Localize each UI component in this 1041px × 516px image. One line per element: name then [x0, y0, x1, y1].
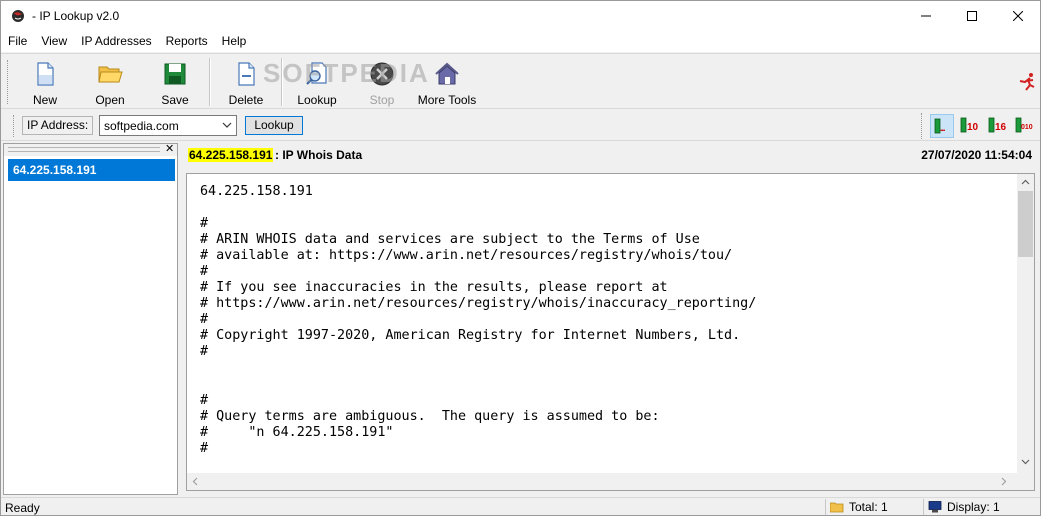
- result-panel: 64.225.158.191 : IP Whois Data 27/07/202…: [183, 143, 1039, 495]
- status-total: Total: 1: [849, 500, 888, 514]
- ip-address-value: softpedia.com: [104, 119, 179, 133]
- maximize-icon: [967, 11, 977, 21]
- save-label: Save: [161, 93, 189, 107]
- menu-view[interactable]: View: [34, 31, 74, 52]
- ip-address-label: IP Address:: [22, 116, 94, 135]
- whois-line: #: [200, 392, 209, 408]
- close-icon: [1013, 11, 1023, 21]
- delete-label: Delete: [228, 93, 264, 107]
- status-bar: Ready Total: 1 Display: 1: [1, 497, 1040, 515]
- scrollbar-corner: [1017, 473, 1034, 490]
- menu-file[interactable]: File: [1, 31, 34, 52]
- view-button-dots[interactable]: ...: [930, 114, 954, 138]
- result-header: 64.225.158.191 : IP Whois Data 27/07/202…: [183, 143, 1039, 167]
- address-bar: IP Address: softpedia.com Lookup ... 10 …: [1, 111, 1040, 141]
- status-display: Display: 1: [947, 500, 1000, 514]
- delete-document-icon: [238, 62, 255, 86]
- whois-line: 64.225.158.191: [200, 184, 313, 199]
- house-icon: [435, 62, 459, 85]
- window-title: - IP Lookup v2.0: [32, 9, 120, 23]
- whois-text-area[interactable]: 64.225.158.191 # # ARIN WHOIS data and se…: [186, 173, 1035, 491]
- whois-line: #: [200, 216, 209, 232]
- globe-icon: [12, 10, 24, 22]
- lookup-button[interactable]: Lookup: [245, 116, 303, 135]
- watermark: SOFTPEDIA: [263, 58, 430, 88]
- folder-icon: [830, 502, 844, 513]
- save-disk-icon: [164, 63, 186, 85]
- menu-bar: File View IP Addresses Reports Help: [1, 31, 1040, 52]
- vertical-scrollbar[interactable]: [1017, 174, 1034, 474]
- view-button-16-label: 16: [995, 122, 1007, 133]
- list-item[interactable]: 64.225.158.191: [8, 159, 175, 181]
- minimize-icon: [921, 15, 931, 17]
- whois-line: #: [200, 264, 209, 280]
- menu-reports[interactable]: Reports: [159, 31, 215, 52]
- chevron-down-icon[interactable]: [222, 120, 232, 130]
- whois-line: #: [200, 440, 209, 456]
- view-button-10[interactable]: 10: [957, 114, 981, 138]
- open-label: Open: [95, 93, 125, 107]
- running-man-icon: [1019, 73, 1035, 91]
- whois-text: 64.225.158.191 # # ARIN WHOIS data and se…: [200, 184, 756, 457]
- scroll-up-icon[interactable]: [1021, 178, 1030, 187]
- app-window: - IP Lookup v2.0 File View IP Addresses …: [0, 0, 1041, 516]
- whois-line: [200, 377, 756, 393]
- scroll-left-icon[interactable]: [191, 477, 200, 486]
- whois-line: # "n 64.225.158.191": [200, 424, 394, 440]
- close-panel-icon[interactable]: ✕: [165, 142, 174, 155]
- whois-line: # If you see inaccuracies in the results…: [200, 280, 668, 296]
- maximize-button[interactable]: [949, 1, 995, 31]
- new-button[interactable]: New: [25, 56, 65, 108]
- menu-ip-addresses[interactable]: IP Addresses: [74, 31, 159, 52]
- view-button-010-label: 010: [1021, 124, 1033, 131]
- new-label: New: [32, 93, 57, 107]
- open-folder-icon: [98, 66, 123, 83]
- result-title: : IP Whois Data: [275, 148, 363, 162]
- ip-address-combobox[interactable]: softpedia.com: [99, 115, 237, 136]
- stop-label: Stop: [369, 93, 395, 107]
- scroll-right-icon[interactable]: [999, 477, 1008, 486]
- vertical-scroll-thumb[interactable]: [1018, 191, 1033, 257]
- view-button-010[interactable]: 010: [1012, 114, 1036, 138]
- view-button-10-label: 10: [967, 122, 979, 133]
- title-bar: - IP Lookup v2.0: [1, 1, 1040, 31]
- whois-line: # ARIN WHOIS data and services are subje…: [200, 232, 700, 248]
- lookup-toolbar-label: Lookup: [297, 93, 337, 107]
- whois-line: # Copyright 1997-2020, American Registry…: [200, 328, 741, 344]
- whois-line: # Query terms are ambiguous. The query i…: [200, 408, 660, 424]
- open-button[interactable]: Open: [89, 56, 131, 108]
- view-button-dots-label: ...: [940, 123, 945, 133]
- status-ready: Ready: [5, 501, 40, 515]
- address-bar-grip[interactable]: [13, 115, 16, 137]
- panel-grip[interactable]: [8, 147, 160, 152]
- toolbar-separator: [209, 58, 211, 106]
- delete-button[interactable]: Delete: [225, 56, 267, 108]
- close-button[interactable]: [995, 1, 1041, 31]
- whois-line: # available at: https://www.arin.net/res…: [200, 248, 733, 264]
- monitor-icon: [928, 501, 942, 513]
- ip-list-panel: ✕ 64.225.158.191: [3, 143, 178, 495]
- more-tools-label: More Tools: [417, 93, 477, 107]
- toolbar-grip[interactable]: [7, 60, 10, 104]
- panel-header: ✕: [4, 142, 177, 156]
- new-document-icon: [37, 62, 54, 86]
- menu-help[interactable]: Help: [215, 31, 254, 52]
- view-toolbar-grip[interactable]: [921, 113, 924, 139]
- whois-line: #: [200, 344, 209, 360]
- whois-line: [200, 361, 756, 377]
- save-button[interactable]: Save: [155, 56, 195, 108]
- status-total-pane: Total: 1: [825, 499, 923, 515]
- minimize-button[interactable]: [903, 1, 949, 31]
- whois-line: [200, 200, 756, 216]
- whois-line: # https://www.arin.net/resources/registr…: [200, 296, 757, 312]
- toolbar: New Open Save Delete Lookup Stop More To…: [1, 53, 1040, 109]
- result-timestamp: 27/07/2020 11:54:04: [921, 148, 1032, 162]
- whois-line: #: [200, 312, 209, 328]
- scroll-down-icon[interactable]: [1021, 457, 1030, 466]
- horizontal-scrollbar[interactable]: [187, 473, 1017, 490]
- status-display-pane: Display: 1: [923, 499, 1038, 515]
- result-ip: 64.225.158.191: [188, 148, 274, 162]
- view-button-16[interactable]: 16: [985, 114, 1009, 138]
